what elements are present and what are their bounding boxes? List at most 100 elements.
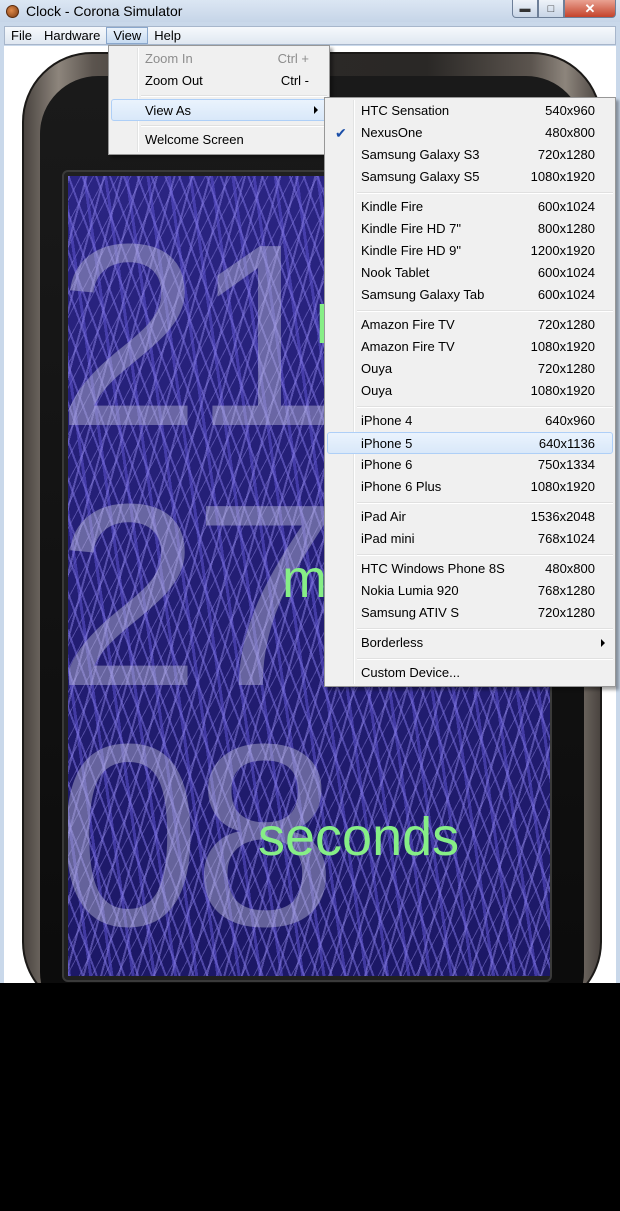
menu-item-view-as[interactable]: View As xyxy=(111,99,327,121)
device-item-htc-windows-phone-8s[interactable]: HTC Windows Phone 8S 480x800 xyxy=(327,558,613,580)
menu-item-detail: 768x1280 xyxy=(537,583,595,598)
hours-digits: 21 xyxy=(68,191,337,481)
window-controls: ▬ □ ✕ xyxy=(512,0,616,18)
device-item-kindle-fire-hd-7[interactable]: Kindle Fire HD 7" 800x1280 xyxy=(327,218,613,240)
menu-item-detail: 800x1280 xyxy=(537,221,595,236)
menu-item-detail: 600x1024 xyxy=(537,287,595,302)
minutes-label: m xyxy=(282,549,327,609)
menu-item-label: Kindle Fire HD 7" xyxy=(361,221,461,236)
menu-item-label: Zoom In xyxy=(145,51,193,66)
menu-item-detail: 750x1334 xyxy=(537,457,595,472)
menu-item-detail: 480x800 xyxy=(545,125,595,140)
device-item-samsung-galaxy-s5[interactable]: Samsung Galaxy S5 1080x1920 xyxy=(327,166,613,188)
device-item-samsung-ativ-s[interactable]: Samsung ATIV S 720x1280 xyxy=(327,602,613,624)
menu-item-label: iPhone 6 xyxy=(361,457,413,472)
menu-item-detail: 540x960 xyxy=(545,103,595,118)
maximize-icon: □ xyxy=(547,2,555,15)
menu-item-detail: Ctrl - xyxy=(280,73,309,88)
menu-file[interactable]: File xyxy=(5,27,38,44)
menu-item-label: Nook Tablet xyxy=(361,265,430,280)
device-item-kindle-fire-hd-9[interactable]: Kindle Fire HD 9" 1200x1920 xyxy=(327,240,613,262)
title-bar[interactable]: Clock - Corona Simulator ▬ □ ✕ xyxy=(0,0,620,22)
menu-item-label: Welcome Screen xyxy=(145,132,244,147)
menu-item-detail: 720x1280 xyxy=(537,605,595,620)
device-item-iphone-6-plus[interactable]: iPhone 6 Plus 1080x1920 xyxy=(327,476,613,498)
menu-item-custom-device[interactable]: Custom Device... xyxy=(327,662,613,684)
menu-item-detail: 1080x1920 xyxy=(530,479,595,494)
device-item-nokia-lumia-920[interactable]: Nokia Lumia 920 768x1280 xyxy=(327,580,613,602)
close-icon: ✕ xyxy=(584,0,596,16)
menu-item-label: NexusOne xyxy=(361,125,423,140)
device-item-ipad-air[interactable]: iPad Air 1536x2048 xyxy=(327,506,613,528)
device-item-ouya[interactable]: Ouya 720x1280 xyxy=(327,358,613,380)
menu-item-detail: 768x1024 xyxy=(537,531,595,546)
device-item-samsung-galaxy-s3[interactable]: Samsung Galaxy S3 720x1280 xyxy=(327,144,613,166)
window-title: Clock - Corona Simulator xyxy=(26,3,183,19)
menu-item-label: HTC Sensation xyxy=(361,103,450,118)
device-item-nook-tablet[interactable]: Nook Tablet 600x1024 xyxy=(327,262,613,284)
submenu-arrow-icon xyxy=(601,639,605,647)
menu-item-label: Kindle Fire xyxy=(361,199,424,214)
menu-item-borderless[interactable]: Borderless xyxy=(327,632,613,654)
menu-item-detail: Ctrl + xyxy=(277,51,309,66)
maximize-button[interactable]: □ xyxy=(538,0,564,18)
device-item-htc-sensation[interactable]: HTC Sensation 540x960 xyxy=(327,100,613,122)
menu-separator xyxy=(357,310,613,312)
menu-item-detail: 600x1024 xyxy=(537,265,595,280)
seconds-label: seconds xyxy=(258,807,460,867)
menu-item-zoom-out[interactable]: Zoom Out Ctrl - xyxy=(111,70,327,92)
menu-item-label: Custom Device... xyxy=(361,665,460,680)
menu-separator xyxy=(357,658,613,660)
menu-item-detail: 600x1024 xyxy=(537,199,595,214)
menu-item-label: Zoom Out xyxy=(145,73,203,88)
menu-item-detail: 640x960 xyxy=(545,413,595,428)
menu-help[interactable]: Help xyxy=(148,27,187,44)
menu-item-label: Samsung Galaxy S5 xyxy=(361,169,480,184)
menu-item-detail: 1080x1920 xyxy=(530,339,595,354)
menu-item-label: Samsung Galaxy Tab xyxy=(361,287,485,302)
device-item-ipad-mini[interactable]: iPad mini 768x1024 xyxy=(327,528,613,550)
menu-hardware[interactable]: Hardware xyxy=(38,27,106,44)
device-item-samsung-galaxy-tab[interactable]: Samsung Galaxy Tab 600x1024 xyxy=(327,284,613,306)
menu-item-detail: 1536x2048 xyxy=(530,509,595,524)
menu-item-label: View As xyxy=(145,103,192,118)
menu-item-detail: 1200x1920 xyxy=(530,243,595,258)
minimize-button[interactable]: ▬ xyxy=(512,0,538,18)
menu-item-detail: 640x1136 xyxy=(538,436,595,451)
device-item-amazon-fire-tv-hd[interactable]: Amazon Fire TV 1080x1920 xyxy=(327,336,613,358)
checkmark-icon: ✔ xyxy=(335,125,347,141)
menu-item-detail: 1080x1920 xyxy=(530,169,595,184)
menu-item-label: Amazon Fire TV xyxy=(361,339,455,354)
device-item-iphone-4[interactable]: iPhone 4 640x960 xyxy=(327,410,613,432)
device-item-iphone-5[interactable]: iPhone 5 640x1136 xyxy=(327,432,613,454)
menu-view[interactable]: View xyxy=(106,27,149,44)
menu-item-label: Kindle Fire HD 9" xyxy=(361,243,461,258)
device-item-amazon-fire-tv[interactable]: Amazon Fire TV 720x1280 xyxy=(327,314,613,336)
menu-bar: File Hardware View Help xyxy=(4,26,616,45)
menu-item-label: iPad mini xyxy=(361,531,415,546)
menu-item-label: Samsung Galaxy S3 xyxy=(361,147,480,162)
menu-item-zoom-in[interactable]: Zoom In Ctrl + xyxy=(111,48,327,70)
menu-item-label: Borderless xyxy=(361,635,424,650)
menu-separator xyxy=(141,125,327,127)
menu-item-welcome-screen[interactable]: Welcome Screen xyxy=(111,129,327,151)
view-as-submenu: HTC Sensation 540x960 ✔ NexusOne 480x800 Sa… xyxy=(324,97,616,687)
menu-separator xyxy=(357,192,613,194)
menu-item-label: iPad Air xyxy=(361,509,406,524)
menu-item-detail: 720x1280 xyxy=(537,147,595,162)
menu-item-label: iPhone 6 Plus xyxy=(361,479,442,494)
close-button[interactable]: ✕ xyxy=(564,0,616,18)
menu-item-label: Amazon Fire TV xyxy=(361,317,455,332)
device-item-nexusone[interactable]: ✔ NexusOne 480x800 xyxy=(327,122,613,144)
menu-separator xyxy=(357,628,613,630)
menu-item-detail: 480x800 xyxy=(545,561,595,576)
device-item-iphone-6[interactable]: iPhone 6 750x1334 xyxy=(327,454,613,476)
device-item-ouya-hd[interactable]: Ouya 1080x1920 xyxy=(327,380,613,402)
menu-item-detail: 720x1280 xyxy=(537,317,595,332)
device-item-kindle-fire[interactable]: Kindle Fire 600x1024 xyxy=(327,196,613,218)
menu-item-detail: 720x1280 xyxy=(537,361,595,376)
menu-separator xyxy=(141,95,327,97)
menu-separator xyxy=(357,554,613,556)
menu-item-label: iPhone 4 xyxy=(361,413,413,428)
menu-item-label: iPhone 5 xyxy=(361,436,413,451)
